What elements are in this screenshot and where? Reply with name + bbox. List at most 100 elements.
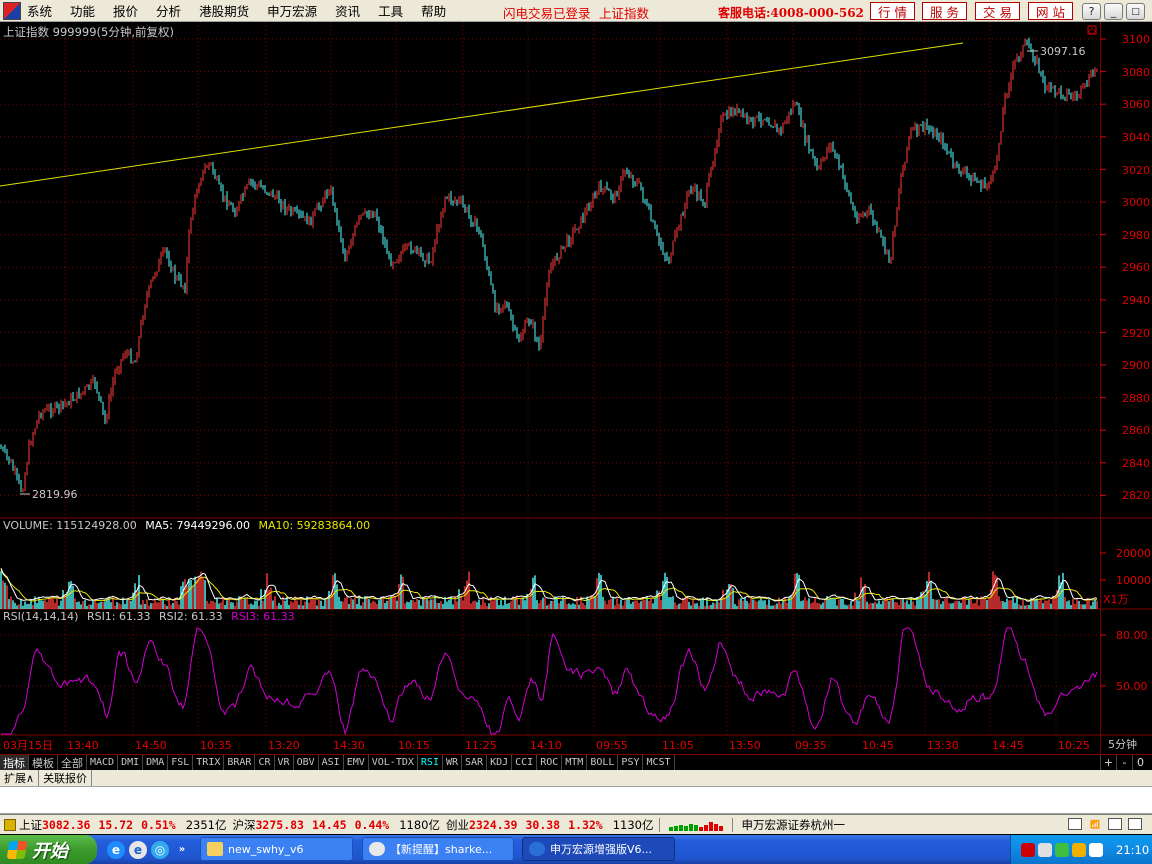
- sh-amount: 2351亿: [185, 817, 227, 832]
- remove-indicator-button[interactable]: -: [1116, 755, 1132, 770]
- system-tray: 21:10: [1010, 835, 1152, 864]
- indicator-tab-emv[interactable]: EMV: [344, 755, 369, 770]
- browser-task-icon: [369, 842, 385, 856]
- task-browser[interactable]: 【新提醒】sharke...: [362, 837, 514, 861]
- low-label: 2819.96: [32, 488, 78, 501]
- task-folder[interactable]: new_swhy_v6: [200, 837, 353, 861]
- period-label[interactable]: 5分钟: [1108, 737, 1137, 751]
- price-tick: 2860: [1122, 424, 1150, 437]
- time-tick: 10:45: [862, 739, 894, 752]
- quotes-button[interactable]: 行情: [870, 2, 915, 20]
- add-indicator-button[interactable]: +: [1100, 755, 1116, 770]
- menu-hk-futures[interactable]: 港股期货: [199, 1, 249, 20]
- indicator-tab-trix[interactable]: TRIX: [193, 755, 225, 770]
- indicator-tab-asi[interactable]: ASI: [319, 755, 344, 770]
- signal-icon[interactable]: 📶: [1088, 818, 1102, 830]
- menu-function[interactable]: 功能: [70, 1, 95, 20]
- time-tick: 11:25: [465, 739, 497, 752]
- desktop-icon[interactable]: ◎: [151, 840, 169, 859]
- browser-icon[interactable]: e: [129, 840, 147, 859]
- task-label: 申万宏源增强版V6...: [550, 843, 653, 856]
- indicator-tab--[interactable]: 指标: [0, 755, 29, 770]
- hs-label: 沪深: [232, 817, 256, 832]
- kline-chart[interactable]: 上证指数 999999(5分钟,前复权) ◇ 3097.16 2819.96 3…: [0, 22, 1152, 754]
- indicator-tab-mtm[interactable]: MTM: [562, 755, 588, 770]
- price-tick: 2980: [1122, 229, 1150, 242]
- price-tick: 3100: [1122, 33, 1150, 46]
- low-marker: 2819.96: [20, 488, 78, 501]
- time-tick: 03月15日: [3, 739, 53, 752]
- indicator-tab-wr[interactable]: WR: [443, 755, 463, 770]
- price-tick: 2940: [1122, 294, 1150, 307]
- volume-icon[interactable]: [1089, 842, 1103, 857]
- reset-indicator-button[interactable]: 0: [1132, 755, 1148, 770]
- service-button[interactable]: 服务: [922, 2, 967, 20]
- time-tick: 14:30: [333, 739, 365, 752]
- indicator-tab-macd[interactable]: MACD: [87, 755, 119, 770]
- flag-icon[interactable]: [1021, 842, 1035, 857]
- expand-tab[interactable]: 扩展∧: [0, 770, 40, 786]
- time-tick: 10:25: [1058, 739, 1090, 752]
- menu-system[interactable]: 系统: [27, 1, 52, 20]
- indicator-tab-dmi[interactable]: DMI: [118, 755, 144, 770]
- indicator-tab-vr[interactable]: VR: [275, 755, 294, 770]
- menu-analysis[interactable]: 分析: [156, 1, 181, 20]
- security-icon[interactable]: [1072, 842, 1086, 857]
- volume-header: VOLUME: 115124928.00 MA5: 79449296.00 MA…: [3, 519, 370, 532]
- menu-info[interactable]: 资讯: [335, 1, 360, 20]
- indicator-tab-brar[interactable]: BRAR: [224, 755, 256, 770]
- trade-button[interactable]: 交易: [975, 2, 1020, 20]
- folder-icon: [207, 842, 223, 856]
- menu-help[interactable]: 帮助: [421, 1, 446, 20]
- indicator-tab-rsi[interactable]: RSI: [418, 755, 443, 770]
- hide-panel-icon[interactable]: ◇: [1088, 26, 1096, 37]
- task-swhy-app[interactable]: 申万宏源增强版V6...: [522, 837, 675, 861]
- indicator-tab-sar[interactable]: SAR: [462, 755, 488, 770]
- cy-label: 创业: [446, 817, 469, 832]
- menu-swhy[interactable]: 申万宏源: [267, 1, 317, 20]
- price-tick: 3020: [1122, 164, 1150, 177]
- grid-icon[interactable]: [1108, 818, 1122, 830]
- indicator-tab-obv[interactable]: OBV: [294, 755, 319, 770]
- panel-icon[interactable]: [1068, 818, 1082, 830]
- hs-change: 14.45: [311, 817, 347, 832]
- menu-tools[interactable]: 工具: [378, 1, 403, 20]
- time-tick: 14:10: [530, 739, 562, 752]
- service-hotline: 客服电话:4008-000-562: [718, 6, 864, 20]
- related-quotes-tab[interactable]: 关联报价: [39, 770, 93, 786]
- help-icon[interactable]: ?: [1082, 3, 1101, 20]
- start-button[interactable]: 开始: [0, 835, 97, 864]
- indicator-tab--[interactable]: 全部: [58, 755, 87, 770]
- trend-line[interactable]: [0, 42, 964, 187]
- more-icon[interactable]: »: [173, 841, 191, 859]
- indicator-tab-vol-tdx[interactable]: VOL-TDX: [369, 755, 418, 770]
- website-button[interactable]: 网站: [1028, 2, 1073, 20]
- indicator-tab-dma[interactable]: DMA: [143, 755, 169, 770]
- indicator-tab-cci[interactable]: CCI: [512, 755, 538, 770]
- ie-icon[interactable]: e: [107, 840, 125, 859]
- shield-icon[interactable]: [1055, 842, 1069, 857]
- high-label: 3097.16: [1040, 45, 1086, 58]
- time-tick: 14:45: [992, 739, 1024, 752]
- indicator-tab--[interactable]: 模板: [29, 755, 58, 770]
- index-ticker-bar: 上证 3082.36 15.72 0.51% 2351亿 沪深 3275.83 …: [0, 814, 1152, 834]
- price-axis: 3100 3080 3060 3040 3020 3000 2980 2960 …: [1122, 33, 1150, 502]
- indicator-tab-kdj[interactable]: KDJ: [487, 755, 513, 770]
- cy-amount: 1130亿: [612, 817, 654, 832]
- indicator-tab-roc[interactable]: ROC: [537, 755, 563, 770]
- indicator-tab-cr[interactable]: CR: [255, 755, 275, 770]
- indicator-tab-fsl[interactable]: FSL: [168, 755, 194, 770]
- ticker-icon[interactable]: [4, 818, 16, 831]
- indicator-tab-psy[interactable]: PSY: [618, 755, 644, 770]
- settings-icon[interactable]: [1128, 818, 1142, 830]
- volume-bars: [0, 571, 1098, 609]
- network-icon[interactable]: [1038, 842, 1052, 857]
- menu-quote[interactable]: 报价: [113, 1, 138, 20]
- indicator-tab-mcst[interactable]: MCST: [643, 755, 675, 770]
- minimize-icon[interactable]: _: [1104, 3, 1123, 20]
- time-tick: 11:05: [662, 739, 694, 752]
- rsi-grid: [0, 634, 1106, 687]
- indicator-tab-boll[interactable]: BOLL: [587, 755, 619, 770]
- restore-icon[interactable]: □: [1126, 3, 1145, 20]
- kline-chart-area[interactable]: 上证指数 999999(5分钟,前复权) ◇ 3097.16 2819.96 3…: [0, 22, 1152, 754]
